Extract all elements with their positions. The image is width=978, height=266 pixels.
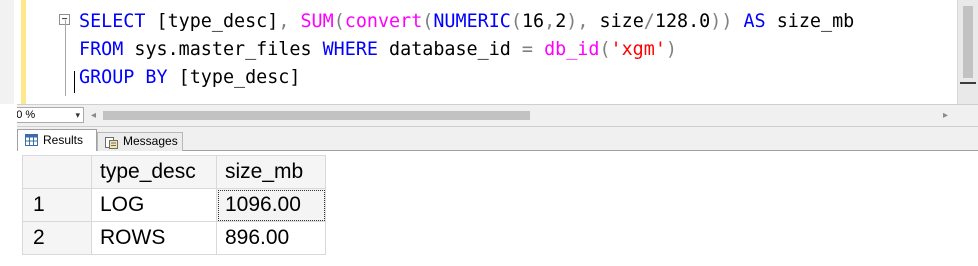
code-token: (: [599, 39, 611, 60]
code-line[interactable]: FROM sys.master_files WHERE database_id …: [79, 36, 854, 64]
code-token: [type_desc]: [145, 11, 279, 32]
scroll-left-icon[interactable]: ◂: [91, 110, 96, 121]
scroll-right-icon[interactable]: ▸: [943, 110, 948, 121]
code-token: NUMERIC: [433, 11, 511, 32]
code-token: [type_desc]: [167, 67, 301, 88]
code-token: SUM: [300, 11, 334, 32]
code-token: SELECT: [79, 11, 146, 32]
cell-size-mb[interactable]: 896.00: [216, 221, 326, 255]
horizontal-scrollbar-thumb[interactable]: [103, 111, 530, 120]
results-tabs: Results Messages: [0, 127, 978, 151]
code-token: sys.master_files: [123, 39, 323, 60]
text-caret: [74, 71, 75, 93]
chevron-down-icon: ▾: [75, 110, 80, 120]
code-token: (: [333, 11, 345, 32]
code-line[interactable]: GROUP BY [type_desc]: [79, 64, 854, 92]
messages-icon: [105, 137, 118, 149]
column-header-size-mb[interactable]: size_mb: [216, 155, 326, 189]
cell-type-desc[interactable]: ROWS: [91, 221, 217, 255]
results-left-border: [0, 104, 17, 266]
code-token: WHERE: [322, 39, 378, 60]
code-token: size: [588, 11, 644, 32]
tab-label: Messages: [123, 134, 178, 148]
code-token: ,: [544, 11, 556, 32]
code-token: 'xgm': [610, 39, 666, 60]
code-token: (: [422, 11, 434, 32]
code-token: ): [665, 39, 677, 60]
code-token: GROUP BY: [79, 67, 168, 88]
cell-size-mb-selected[interactable]: 1096.00: [216, 188, 326, 222]
code-token: db_id: [544, 39, 600, 60]
editor-vertical-scrollbar[interactable]: [957, 0, 978, 104]
query-editor[interactable]: − SELECT [type_desc], SUM(convert(NUMERI…: [0, 0, 978, 104]
grid-icon: [25, 134, 38, 146]
tab-results[interactable]: Results: [17, 129, 97, 151]
code-token: =: [521, 39, 533, 60]
results-grid-pane[interactable]: type_desc size_mb 1 LOG 1096.00 2 ROWS 8…: [17, 151, 975, 266]
code-token: 128.0: [654, 11, 711, 32]
grid-header-row: type_desc size_mb: [22, 155, 326, 189]
code-token: 16: [521, 11, 545, 32]
caret-position-marker: [960, 82, 976, 84]
results-grid[interactable]: type_desc size_mb 1 LOG 1096.00 2 ROWS 8…: [22, 155, 326, 255]
tab-label: Results: [43, 133, 84, 147]
code-token: database_id: [377, 39, 522, 60]
outline-line: [65, 20, 66, 96]
code-token: ,: [278, 11, 290, 32]
editor-status-row: 150 % ▾ ◂ ▸: [0, 104, 978, 127]
editor-gutter: [0, 0, 14, 104]
code-token: ),: [566, 11, 589, 32]
code-token: convert: [344, 11, 423, 32]
code-token: (: [510, 11, 522, 32]
tab-messages[interactable]: Messages: [97, 132, 183, 151]
row-number[interactable]: 1: [22, 188, 92, 222]
change-tracking-margin: [21, 0, 26, 104]
code-line[interactable]: SELECT [type_desc], SUM(convert(NUMERIC(…: [79, 8, 854, 36]
grid-corner-cell[interactable]: [22, 155, 92, 189]
code-token: )): [710, 11, 733, 32]
sql-code[interactable]: SELECT [type_desc], SUM(convert(NUMERIC(…: [79, 8, 854, 92]
table-row[interactable]: 1 LOG 1096.00: [22, 188, 326, 222]
column-header-type-desc[interactable]: type_desc: [91, 155, 217, 189]
row-number[interactable]: 2: [22, 221, 92, 255]
code-token: size_mb: [765, 11, 855, 32]
code-token: /: [643, 11, 655, 32]
code-token: FROM: [79, 39, 124, 60]
cell-type-desc[interactable]: LOG: [91, 188, 217, 222]
table-row[interactable]: 2 ROWS 896.00: [22, 221, 326, 255]
scrollbar-thumb[interactable]: [963, 6, 973, 78]
code-token: AS: [743, 11, 766, 32]
code-token: 2: [555, 11, 567, 32]
